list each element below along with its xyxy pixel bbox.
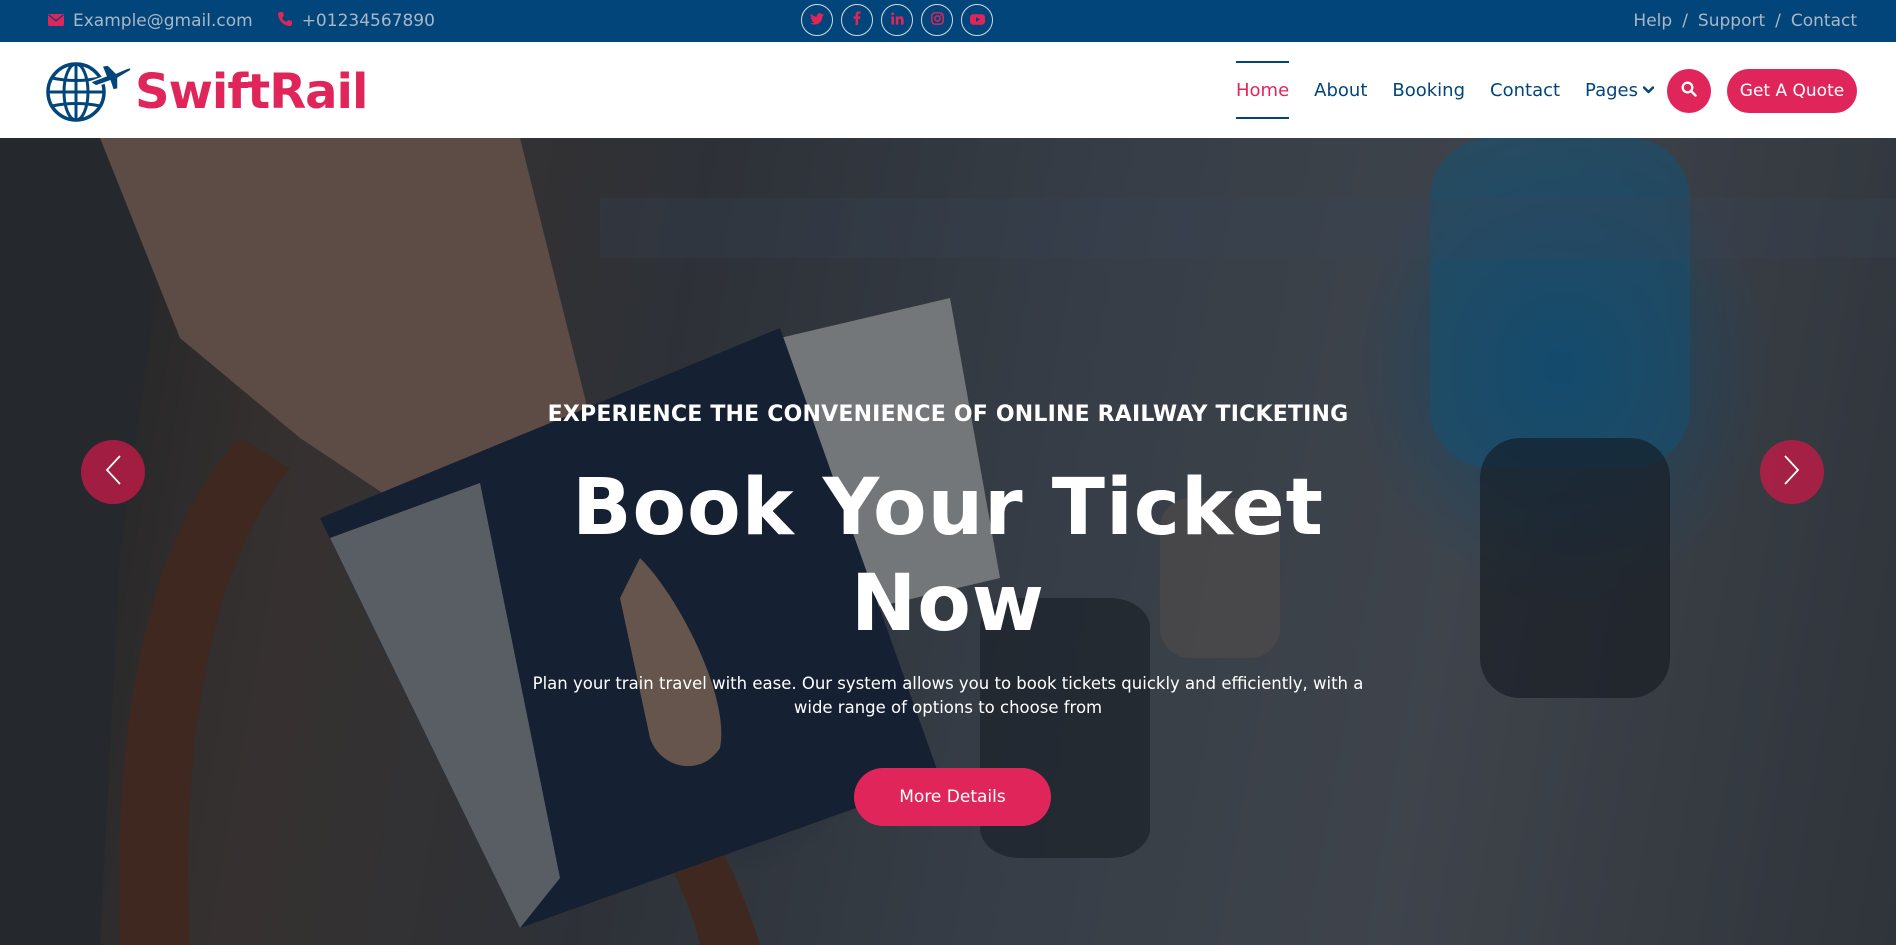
- twitter-icon: [810, 10, 824, 30]
- phone-icon: [277, 11, 293, 32]
- brand-logo[interactable]: SwiftRail: [46, 58, 368, 126]
- hero-description: Plan your train travel with ease. Our sy…: [532, 674, 1364, 717]
- hero-carousel: EXPERIENCE THE CONVENIENCE OF ONLINE RAI…: [0, 138, 1896, 945]
- separator: /: [1775, 11, 1781, 31]
- email-text: Example@gmail.com: [73, 11, 253, 31]
- search-button[interactable]: [1667, 69, 1711, 113]
- facebook-link[interactable]: [841, 4, 873, 36]
- hero-content: EXPERIENCE THE CONVENIENCE OF ONLINE RAI…: [0, 138, 1896, 945]
- linkedin-link[interactable]: [881, 4, 913, 36]
- nav-pages-label: Pages: [1585, 79, 1639, 101]
- nav-contact[interactable]: Contact: [1490, 61, 1560, 119]
- hero-title-line-2: Now: [851, 559, 1045, 649]
- chevron-right-icon: [1783, 454, 1801, 490]
- hero-title: Book Your Ticket Now: [0, 460, 1896, 652]
- hero-kicker: EXPERIENCE THE CONVENIENCE OF ONLINE RAI…: [547, 402, 1349, 427]
- brand-name: SwiftRail: [135, 64, 368, 120]
- instagram-icon: [930, 10, 944, 30]
- nav-menu: Home About Booking Contact Pages: [1236, 42, 1679, 138]
- more-details-button[interactable]: More Details: [854, 768, 1051, 826]
- phone-contact[interactable]: +01234567890: [277, 11, 435, 32]
- youtube-icon: [969, 10, 985, 30]
- facebook-icon: [853, 10, 861, 30]
- social-links: [801, 4, 993, 36]
- chevron-down-icon: [1643, 86, 1655, 94]
- search-icon: [1681, 81, 1697, 101]
- top-bar: Example@gmail.com +01234567890 Help / Su…: [0, 0, 1896, 42]
- contact-info: Example@gmail.com +01234567890: [48, 0, 435, 42]
- globe-airplane-icon: [46, 58, 132, 126]
- envelope-icon: [48, 11, 64, 31]
- instagram-link[interactable]: [921, 4, 953, 36]
- nav-about[interactable]: About: [1314, 61, 1367, 119]
- carousel-next-button[interactable]: [1760, 440, 1824, 504]
- phone-text: +01234567890: [301, 11, 435, 31]
- help-link[interactable]: Help: [1633, 11, 1672, 31]
- email-contact[interactable]: Example@gmail.com: [48, 11, 253, 31]
- support-link[interactable]: Support: [1698, 11, 1765, 31]
- twitter-link[interactable]: [801, 4, 833, 36]
- chevron-left-icon: [104, 454, 122, 490]
- contact-link[interactable]: Contact: [1791, 11, 1857, 31]
- get-quote-button[interactable]: Get A Quote: [1727, 69, 1857, 113]
- main-navbar: SwiftRail Home About Booking Contact Pag…: [0, 42, 1896, 138]
- linkedin-icon: [890, 10, 904, 30]
- nav-home[interactable]: Home: [1236, 61, 1290, 119]
- carousel-prev-button[interactable]: [81, 440, 145, 504]
- separator: /: [1682, 11, 1688, 31]
- youtube-link[interactable]: [961, 4, 993, 36]
- nav-booking[interactable]: Booking: [1392, 61, 1465, 119]
- hero-title-line-1: Book Your Ticket: [572, 463, 1324, 553]
- nav-pages-dropdown[interactable]: Pages: [1585, 61, 1655, 119]
- top-links: Help / Support / Contact: [1633, 0, 1857, 42]
